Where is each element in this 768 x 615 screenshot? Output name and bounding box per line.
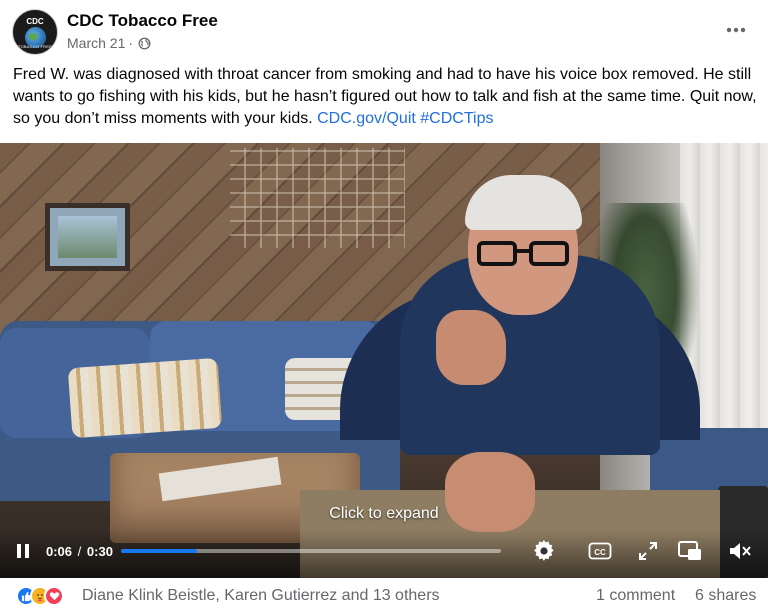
reactors-text[interactable]: Diane Klink Beistle, Karen Gutierrez and… — [82, 587, 440, 605]
video-time: 0:06 / 0:30 — [46, 544, 113, 559]
page-avatar[interactable]: CDC TOBACCO FREE — [12, 9, 58, 55]
scene-person-glasses — [477, 241, 571, 267]
settings-icon[interactable] — [530, 537, 558, 565]
cdc-quit-link[interactable]: CDC.gov/Quit — [317, 110, 416, 127]
globe-icon[interactable] — [138, 37, 151, 50]
mute-icon[interactable] — [726, 537, 754, 565]
comments-count[interactable]: 1 comment — [596, 587, 675, 605]
fullscreen-icon[interactable] — [634, 537, 662, 565]
post-text: Fred W. was diagnosed with throat cancer… — [13, 64, 758, 130]
picture-in-picture-icon[interactable] — [676, 537, 704, 565]
scene-wall-art — [230, 148, 405, 248]
current-time: 0:06 — [46, 544, 73, 559]
duration: 0:30 — [86, 544, 113, 559]
post-meta: March 21 · — [67, 35, 151, 51]
post-header: CDC TOBACCO FREE CDC Tobacco Free March … — [0, 0, 768, 60]
love-icon — [44, 586, 64, 606]
svg-text:CC: CC — [594, 548, 606, 557]
date-separator: · — [128, 35, 134, 51]
avatar-top-text: CDC — [26, 17, 44, 26]
shares-count[interactable]: 6 shares — [695, 587, 756, 605]
time-separator: / — [77, 544, 82, 559]
avatar-bottom-text: TOBACCO FREE — [18, 44, 52, 49]
scene-photo-frame — [45, 203, 130, 271]
post-date[interactable]: March 21 — [67, 35, 125, 51]
pause-icon[interactable] — [11, 537, 35, 565]
scene-person-hand — [436, 310, 506, 385]
video-progress-fill — [121, 549, 197, 553]
page-name[interactable]: CDC Tobacco Free — [67, 11, 218, 31]
click-to-expand-label[interactable]: Click to expand — [0, 505, 768, 523]
scene-pillow — [67, 357, 223, 439]
video-progress-bar[interactable] — [121, 549, 501, 553]
hashtag-link[interactable]: #CDCTips — [420, 110, 493, 127]
captions-icon[interactable]: CC — [586, 537, 614, 565]
reaction-icons[interactable] — [16, 586, 78, 608]
more-options-icon[interactable] — [722, 18, 750, 42]
